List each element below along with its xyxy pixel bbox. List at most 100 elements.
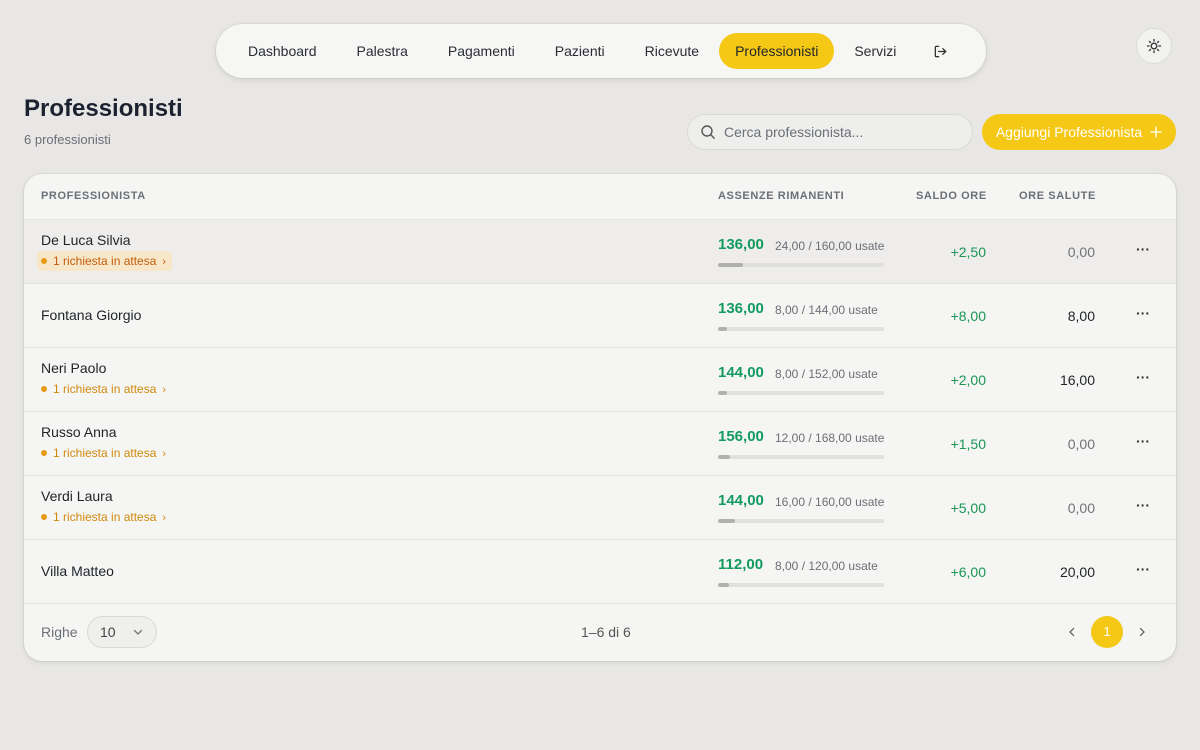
pending-request-label: 1 richiesta in attesa <box>53 510 157 524</box>
next-page-button[interactable] <box>1132 620 1152 644</box>
chevron-right-icon: › <box>162 512 167 524</box>
nav-servizi[interactable]: Servizi <box>834 33 916 69</box>
pending-request-label: 1 richiesta in attesa <box>53 446 157 460</box>
absences-progress-fill <box>718 455 730 459</box>
absences-progress-fill <box>718 519 735 523</box>
previous-page-button[interactable] <box>1062 620 1082 644</box>
pending-dot <box>41 514 47 520</box>
pending-request-badge[interactable]: 1 richiesta in attesa › <box>37 379 172 399</box>
absences-remaining: 144,00 <box>718 364 764 381</box>
nav-dashboard[interactable]: Dashboard <box>228 33 337 69</box>
absences-used: 24,00 / 160,00 usate <box>775 239 885 253</box>
table-row[interactable]: Russo Anna 1 richiesta in attesa › 156,00 12… <box>24 412 1176 476</box>
absences-used: 8,00 / 120,00 usate <box>775 559 878 573</box>
nav-pagamenti[interactable]: Pagamenti <box>428 33 535 69</box>
professionals-table: PROFESSIONISTA ASSENZE RIMANENTI SALDO O… <box>24 174 1176 661</box>
professional-name: Fontana Giorgio <box>41 307 142 323</box>
absences-remaining: 136,00 <box>718 300 764 317</box>
column-balance: SALDO ORE <box>916 190 987 202</box>
nav-ricevute[interactable]: Ricevute <box>625 33 719 69</box>
hours-balance: +6,00 <box>950 564 986 580</box>
health-hours: 0,00 <box>1067 436 1095 452</box>
health-hours: 0,00 <box>1067 500 1095 516</box>
table-body: De Luca Silvia 1 richiesta in attesa › 136,… <box>24 220 1176 604</box>
absences-progress-fill <box>718 391 727 395</box>
page-title: Professionisti <box>24 95 183 122</box>
pending-dot <box>41 450 47 456</box>
chevron-down-icon <box>133 629 143 635</box>
table-row[interactable]: Verdi Laura 1 richiesta in attesa › 144,00 1… <box>24 476 1176 540</box>
hours-balance: +8,00 <box>950 308 986 324</box>
absences-progress-bar <box>718 583 884 587</box>
pending-request-badge[interactable]: 1 richiesta in attesa › <box>37 251 173 271</box>
hours-balance: +2,00 <box>950 372 986 388</box>
absences-used: 16,00 / 160,00 usate <box>775 495 885 509</box>
more-actions-icon[interactable]: ··· <box>1134 306 1152 326</box>
professional-name: De Luca Silvia <box>41 232 131 248</box>
pending-dot <box>41 258 47 264</box>
chevron-right-icon: › <box>162 448 167 460</box>
table-row[interactable]: Fontana Giorgio 136,00 8,00 / 144,00 usate… <box>24 284 1176 348</box>
absences-progress-bar <box>718 455 884 459</box>
pending-request-label: 1 richiesta in attesa <box>53 254 157 268</box>
absences-progress-fill <box>718 327 728 331</box>
plus-icon <box>1150 126 1162 138</box>
absences-used: 12,00 / 168,00 usate <box>775 431 885 445</box>
professional-name: Villa Matteo <box>41 563 114 579</box>
absences-remaining: 144,00 <box>718 492 764 509</box>
absences-progress-bar <box>718 391 884 395</box>
chevron-right-icon <box>1139 627 1145 637</box>
column-professional: PROFESSIONISTA <box>41 190 146 202</box>
table-header: PROFESSIONISTA ASSENZE RIMANENTI SALDO O… <box>24 174 1176 220</box>
theme-toggle-button[interactable] <box>1136 28 1172 64</box>
chevron-right-icon: › <box>162 256 167 268</box>
absences-remaining: 136,00 <box>718 236 764 253</box>
top-nav: Dashboard Palestra Pagamenti Pazienti Ri… <box>216 24 986 78</box>
chevron-right-icon: › <box>162 384 167 396</box>
pending-request-label: 1 richiesta in attesa <box>53 382 157 396</box>
search-input[interactable] <box>724 124 964 140</box>
table-row[interactable]: De Luca Silvia 1 richiesta in attesa › 136,… <box>24 220 1176 284</box>
search-icon <box>701 125 715 139</box>
hours-balance: +5,00 <box>950 500 986 516</box>
absences-remaining: 112,00 <box>718 556 764 573</box>
absences-progress-bar <box>718 327 884 331</box>
pending-request-badge[interactable]: 1 richiesta in attesa › <box>37 507 172 527</box>
more-actions-icon[interactable]: ··· <box>1134 242 1152 262</box>
rows-per-page-select[interactable]: 10 <box>87 616 157 648</box>
health-hours: 16,00 <box>1059 372 1095 388</box>
column-health: ORE SALUTE <box>1019 190 1096 202</box>
nav-professionisti[interactable]: Professionisti <box>719 33 835 69</box>
table-row[interactable]: Neri Paolo 1 richiesta in attesa › 144,00 8,… <box>24 348 1176 412</box>
logout-icon[interactable] <box>922 33 958 69</box>
health-hours: 0,00 <box>1067 244 1095 260</box>
nav-pazienti[interactable]: Pazienti <box>535 33 625 69</box>
search-box <box>687 114 973 150</box>
more-actions-icon[interactable]: ··· <box>1134 498 1152 518</box>
pending-request-badge[interactable]: 1 richiesta in attesa › <box>37 443 172 463</box>
hours-balance: +2,50 <box>950 244 986 260</box>
more-actions-icon[interactable]: ··· <box>1134 562 1152 582</box>
absences-progress-bar <box>718 519 884 523</box>
nav-palestra[interactable]: Palestra <box>337 33 428 69</box>
more-actions-icon[interactable]: ··· <box>1134 370 1152 390</box>
professional-name: Russo Anna <box>41 424 117 440</box>
absences-progress-fill <box>718 263 743 267</box>
sun-icon <box>1146 38 1162 54</box>
absences-progress-bar <box>718 263 884 267</box>
more-actions-icon[interactable]: ··· <box>1134 434 1152 454</box>
hours-balance: +1,50 <box>950 436 986 452</box>
page-subtitle: 6 professionisti <box>24 132 111 147</box>
health-hours: 8,00 <box>1067 308 1095 324</box>
add-professional-button[interactable]: Aggiungi Professionista <box>982 114 1176 150</box>
absences-used: 8,00 / 144,00 usate <box>775 303 878 317</box>
chevron-left-icon <box>1069 627 1075 637</box>
pagination-range: 1–6 di 6 <box>581 624 631 640</box>
pending-dot <box>41 386 47 392</box>
page-1-button[interactable]: 1 <box>1091 616 1123 648</box>
add-button-label: Aggiungi Professionista <box>995 124 1143 140</box>
rows-per-page-value: 10 <box>100 624 116 640</box>
table-row[interactable]: Villa Matteo 112,00 8,00 / 120,00 usate +6,… <box>24 540 1176 604</box>
professional-name: Verdi Laura <box>41 488 113 504</box>
table-footer: Righe 10 1–6 di 6 1 <box>24 604 1176 661</box>
